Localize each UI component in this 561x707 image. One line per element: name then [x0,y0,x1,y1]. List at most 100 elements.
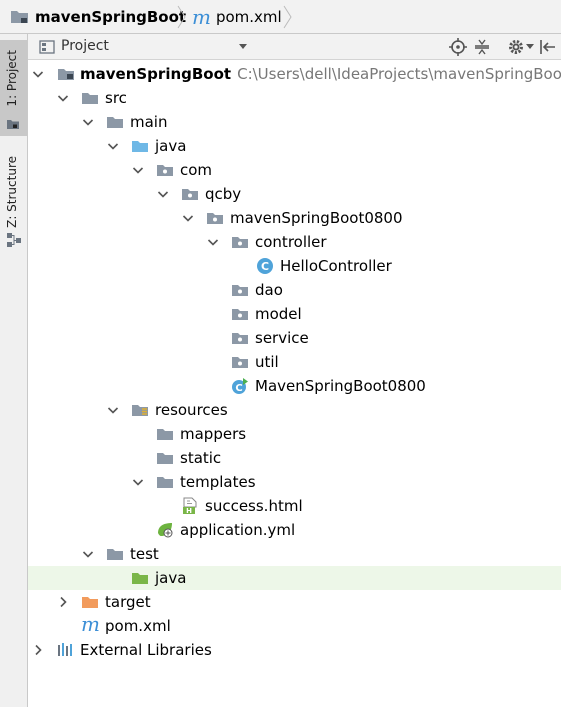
structure-tool-tab[interactable]: Z: Structure [0,152,27,256]
tree-item-controller[interactable]: controller [28,230,561,254]
folder-icon [156,425,174,443]
tree-item-label: model [255,305,302,323]
tree-item-application-yml[interactable]: application.yml [28,518,561,542]
expanded-arrow-icon[interactable] [132,164,144,176]
tree-item-service[interactable]: service [28,326,561,350]
project-tool-tab[interactable]: 1: Project [0,40,27,136]
tree-item-success-html[interactable]: H success.html [28,494,561,518]
package-icon [231,233,249,251]
tree-item-label: application.yml [180,521,296,539]
tree-item-label: MavenSpringBoot0800 [255,377,426,395]
tree-item-label: mavenSpringBoot C:\Users\dell\IdeaProject… [80,64,561,84]
tree-item-external-libraries[interactable]: External Libraries [28,638,561,662]
tree-item-src[interactable]: src [28,86,561,110]
expanded-arrow-icon[interactable] [107,404,119,416]
view-mode-dropdown-icon[interactable] [238,43,248,51]
excluded-folder-icon [81,593,99,611]
expanded-arrow-icon[interactable] [57,92,69,104]
tree-item-label: HelloController [280,257,392,275]
view-mode-label: Project [61,38,109,54]
tree-item-label: static [180,449,222,467]
expanded-arrow-icon[interactable] [157,188,169,200]
tree-item-label: qcby [205,185,242,203]
tree-item-label: target [105,593,151,611]
collapsed-arrow-icon[interactable] [32,644,44,656]
tree-item-util[interactable]: util [28,350,561,374]
breadcrumb-file-label: pom.xml [215,8,282,26]
tree-item-label: External Libraries [80,641,212,659]
package-icon [206,209,224,227]
package-icon [231,353,249,371]
tree-item-label: com [180,161,213,179]
folder-icon [156,449,174,467]
expanded-arrow-icon[interactable] [32,68,44,80]
tree-item-main[interactable]: main [28,110,561,134]
breadcrumb-separator-icon [177,5,186,29]
tree-item-hello-controller[interactable]: C HelloController [28,254,561,278]
structure-icon [7,233,21,247]
breadcrumb-project-label: mavenSpringBoot [35,8,187,26]
tree-item-package[interactable]: mavenSpringBoot0800 [28,206,561,230]
folder-icon [106,545,124,563]
tree-item-test-java[interactable]: java [28,566,561,590]
maven-icon: m [81,612,100,636]
tree-item-java[interactable]: java [28,134,561,158]
package-icon [156,161,174,179]
project-view-icon [39,40,55,54]
expanded-arrow-icon[interactable] [182,212,194,224]
hide-icon[interactable] [539,38,557,56]
expanded-arrow-icon[interactable] [82,116,94,128]
tree-item-label: templates [180,473,256,491]
html-file-icon: H [183,497,197,515]
tree-item-model[interactable]: model [28,302,561,326]
expanded-arrow-icon[interactable] [207,236,219,248]
expanded-arrow-icon[interactable] [107,140,119,152]
tree-item-mappers[interactable]: mappers [28,422,561,446]
breadcrumb-file[interactable]: m pom.xml [192,0,282,34]
tree-item-label: mappers [180,425,247,443]
package-icon [231,329,249,347]
tree-item-com[interactable]: com [28,158,561,182]
collapse-all-icon[interactable] [473,38,491,56]
breadcrumb-separator-icon [283,5,292,29]
package-icon [231,281,249,299]
project-tab-label: 1: Project [5,50,19,107]
spring-boot-class-icon: C [232,378,248,394]
folder-icon [106,113,124,131]
tree-item-target[interactable]: target [28,590,561,614]
collapsed-arrow-icon[interactable] [57,596,69,608]
tree-item-label: java [155,137,187,155]
gear-icon[interactable] [507,38,525,56]
gear-dropdown-icon[interactable] [526,43,534,51]
tree-item-test[interactable]: test [28,542,561,566]
tree-item-templates[interactable]: templates [28,470,561,494]
libraries-icon [58,643,72,656]
project-panel-header: Project [28,34,561,60]
folder-icon [156,473,174,491]
tool-window-strip: 1: Project Z: Structure [0,34,28,707]
folder-icon [81,89,99,107]
root-name: mavenSpringBoot [80,65,232,83]
tree-item-label: service [255,329,309,347]
tree-item-app-class[interactable]: C MavenSpringBoot0800 [28,374,561,398]
module-folder-icon [11,11,28,23]
tree-item-static[interactable]: static [28,446,561,470]
root-path: C:\Users\dell\IdeaProjects\mavenSpringBo… [237,65,561,83]
navigation-bar: mavenSpringBoot m pom.xml [0,0,561,34]
breadcrumb-project[interactable]: mavenSpringBoot [10,0,186,34]
tree-item-dao[interactable]: dao [28,278,561,302]
expanded-arrow-icon[interactable] [132,476,144,488]
tree-item-pom[interactable]: m pom.xml [28,614,561,638]
structure-tab-label: Z: Structure [5,156,19,228]
tree-item-label: dao [255,281,283,299]
resources-folder-icon [131,401,149,419]
tree-item-qcby[interactable]: qcby [28,182,561,206]
expanded-arrow-icon[interactable] [82,548,94,560]
locate-icon[interactable] [449,38,467,56]
module-folder-icon [57,65,75,83]
tree-item-root[interactable]: mavenSpringBoot C:\Users\dell\IdeaProject… [28,62,561,86]
tree-item-label: java [155,569,187,587]
source-folder-icon [131,137,149,155]
tree-item-resources[interactable]: resources [28,398,561,422]
test-source-folder-icon [131,569,149,587]
